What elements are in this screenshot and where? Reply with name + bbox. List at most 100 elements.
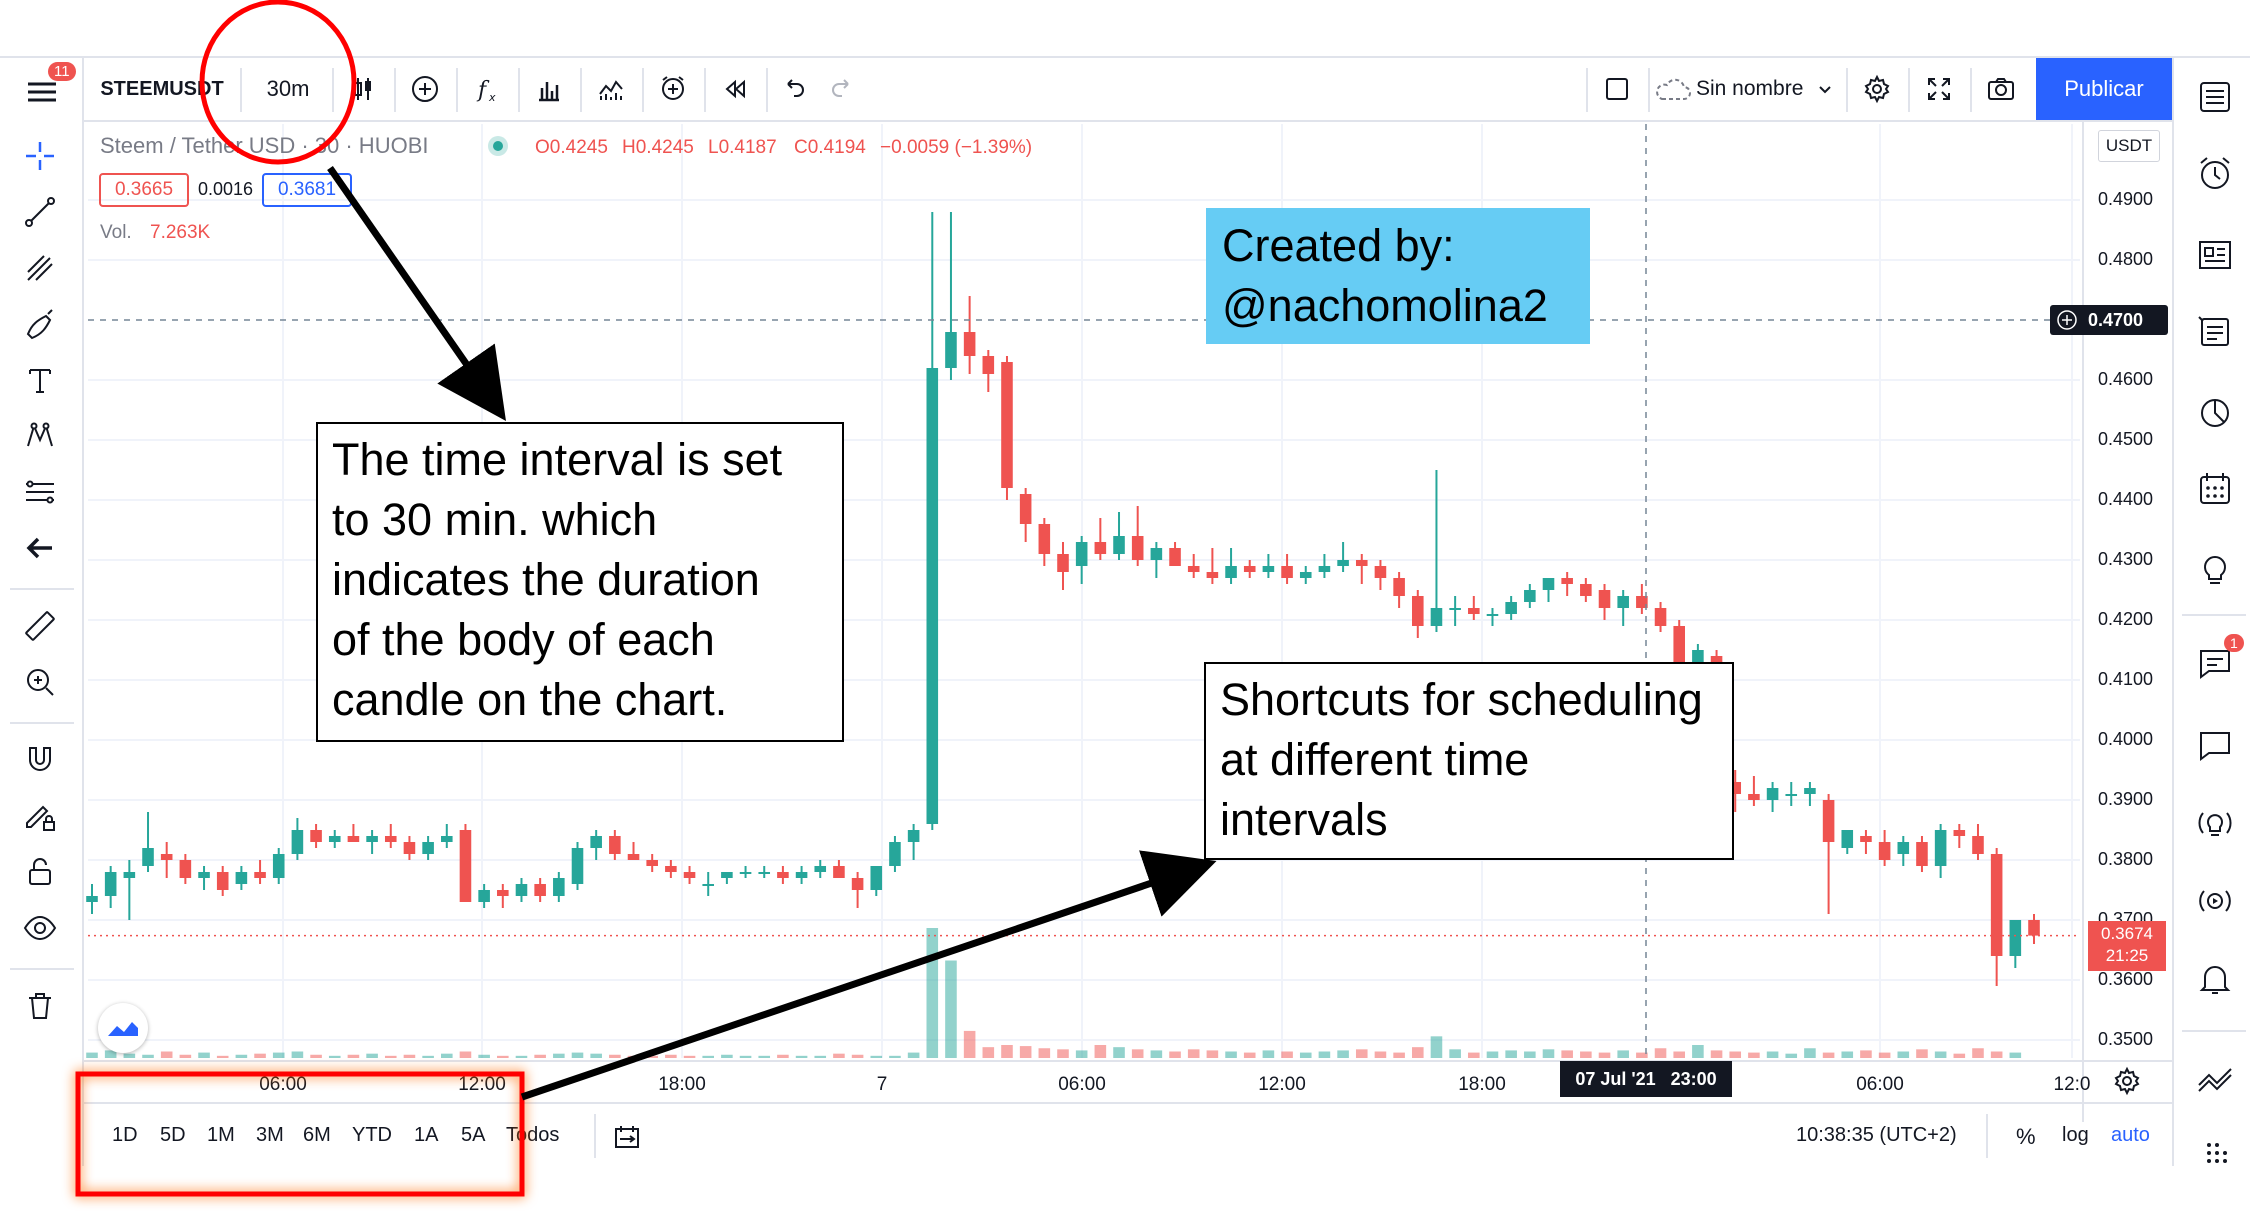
currency-button[interactable]: USDT xyxy=(2098,130,2160,162)
candle-body xyxy=(814,866,827,872)
range-todos-button[interactable]: Todos xyxy=(506,1124,559,1147)
volume-bar xyxy=(1001,1045,1013,1058)
volume-bar xyxy=(1673,1051,1686,1058)
volume-bar xyxy=(1393,1052,1405,1058)
volume-bar xyxy=(254,1053,266,1058)
volume-bar xyxy=(1374,1051,1387,1058)
volume-bar xyxy=(1860,1050,1872,1058)
volume-bar xyxy=(739,1055,752,1058)
clock[interactable]: 10:38:35 (UTC+2) xyxy=(1796,1124,1957,1147)
shortcuts-note-line: intervals xyxy=(1220,794,1388,845)
candle-body xyxy=(1169,548,1181,566)
range-3m-button[interactable]: 3M xyxy=(256,1124,284,1147)
volume-bar xyxy=(1131,1049,1144,1058)
range-1m-button[interactable]: 1M xyxy=(207,1124,235,1147)
price-tick: 0.4100 xyxy=(2098,669,2154,689)
last-price-label: 0.3674 21:25 xyxy=(2088,921,2166,971)
logo-button[interactable] xyxy=(98,1003,148,1053)
candle-body xyxy=(422,842,434,854)
candle-body xyxy=(926,368,939,824)
sell-price-button[interactable]: 0.3665 xyxy=(99,173,189,207)
auto-scale-toggle[interactable]: auto xyxy=(2111,1124,2150,1147)
volume-bar xyxy=(534,1054,546,1058)
volume-bar xyxy=(1430,1036,1443,1058)
candle-body xyxy=(1355,560,1368,566)
volume-bar xyxy=(384,1055,397,1058)
candle-body xyxy=(889,842,901,866)
range-1a-button[interactable]: 1A xyxy=(414,1124,438,1147)
candle-body xyxy=(534,884,546,896)
range-6m-button[interactable]: 6M xyxy=(303,1124,331,1147)
candle-body xyxy=(571,848,584,884)
volume-bar xyxy=(758,1055,771,1058)
range-ytd-button[interactable]: YTD xyxy=(352,1124,392,1147)
volume-bars xyxy=(86,928,2022,1058)
interval-note-line: candle on the chart. xyxy=(332,674,728,725)
volume-bar xyxy=(123,1053,136,1058)
candle-body xyxy=(1897,842,1910,854)
candle-body xyxy=(721,872,733,878)
volume-bar xyxy=(1150,1050,1163,1058)
volume-value: 7.263K xyxy=(150,222,211,243)
percent-scale-toggle[interactable]: % xyxy=(2016,1124,2036,1150)
volume-bar xyxy=(1990,1051,2003,1058)
candle-body xyxy=(1057,554,1069,572)
add-plus-icon[interactable] xyxy=(2056,309,2078,331)
candle-body xyxy=(646,860,658,866)
candle-body xyxy=(198,872,210,878)
volume-bar xyxy=(814,1055,827,1058)
candle-body xyxy=(291,830,304,854)
volume-bar xyxy=(1337,1050,1349,1058)
volume-bar xyxy=(160,1051,173,1058)
candle-body xyxy=(384,836,397,842)
candle-body xyxy=(1804,788,1816,794)
axis-settings-button[interactable] xyxy=(2112,1066,2148,1102)
candle-body xyxy=(851,878,864,890)
buy-price-button[interactable]: 0.3681 xyxy=(262,173,352,207)
volume-bar xyxy=(1524,1051,1536,1058)
volume-bar xyxy=(1299,1052,1312,1058)
volume-bar xyxy=(571,1052,584,1058)
candle-body xyxy=(216,872,229,890)
last-price: 0.3674 xyxy=(2101,924,2153,943)
range-5d-button[interactable]: 5D xyxy=(160,1124,186,1147)
volume-bar xyxy=(1804,1048,1816,1058)
log-scale-toggle[interactable]: log xyxy=(2062,1124,2089,1147)
candle-body xyxy=(2028,920,2040,936)
candle-body xyxy=(1225,566,1237,578)
price-tick: 0.4300 xyxy=(2098,549,2154,569)
candle-body xyxy=(254,872,266,878)
calendar-range-icon xyxy=(615,1126,639,1148)
volume-bar xyxy=(366,1053,378,1058)
range-5a-button[interactable]: 5A xyxy=(461,1124,485,1147)
volume-bar xyxy=(646,1055,658,1058)
candle-body xyxy=(982,356,995,374)
go-to-date-button[interactable] xyxy=(612,1122,646,1156)
price-tick: 0.4400 xyxy=(2098,489,2154,509)
author-line-2: @nachomolina2 xyxy=(1222,280,1548,331)
volume-bar xyxy=(1206,1050,1219,1058)
volume-bar xyxy=(1318,1051,1331,1058)
volume-bar xyxy=(945,960,957,1058)
volume-bar xyxy=(1542,1049,1555,1058)
ohlc-high: H0.4245 xyxy=(622,137,694,158)
candle-body xyxy=(1766,788,1779,800)
candle-body xyxy=(1673,626,1686,662)
price-tick: 0.3900 xyxy=(2098,789,2154,809)
candle-body xyxy=(1841,830,1854,848)
price-tick: 0.4800 xyxy=(2098,249,2154,269)
candle-body xyxy=(1654,608,1667,626)
range-1d-button[interactable]: 1D xyxy=(112,1124,138,1147)
time-tick: 12:00 xyxy=(1258,1074,1306,1095)
ohlc-change: −0.0059 (−1.39%) xyxy=(880,137,1033,158)
candle-body xyxy=(1860,836,1872,842)
candle-body xyxy=(945,332,957,368)
market-status-icon xyxy=(488,136,508,156)
time-tick: 18:00 xyxy=(1458,1074,1506,1095)
candle-body xyxy=(1001,362,1013,488)
candle-body xyxy=(627,854,640,860)
candle-body xyxy=(1281,566,1293,578)
volume-bar xyxy=(627,1055,640,1058)
volume-bar xyxy=(515,1055,528,1058)
price-tick: 0.3800 xyxy=(2098,849,2154,869)
